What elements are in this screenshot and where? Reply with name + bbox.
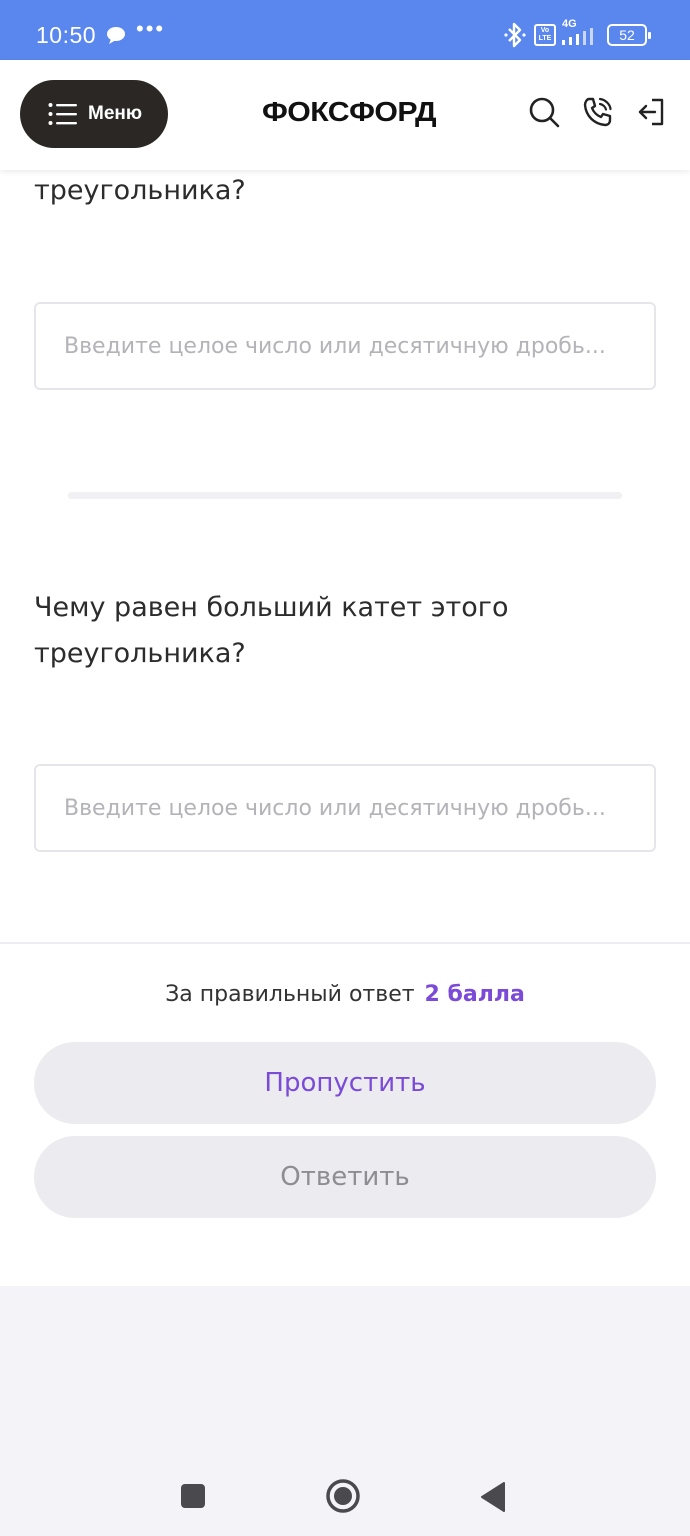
points-info: За правильный ответ 2 балла	[0, 982, 690, 1007]
volte-icon: Vo LTE	[534, 24, 556, 46]
signal-icon	[560, 26, 600, 50]
skip-button[interactable]: Пропустить	[34, 1042, 656, 1124]
chat-notification-icon	[106, 26, 126, 48]
question-divider	[68, 492, 622, 499]
home-icon[interactable]	[325, 1478, 361, 1518]
question-content: треугольника? Чему равен больший катет э…	[0, 170, 690, 942]
menu-list-icon	[48, 103, 77, 125]
menu-label: Меню	[88, 103, 143, 124]
answer-input-1[interactable]	[34, 302, 656, 390]
app-header: Меню ФОКСФОРД	[0, 60, 690, 170]
search-icon[interactable]	[528, 96, 560, 132]
menu-button[interactable]: Меню	[20, 80, 168, 148]
recent-apps-icon[interactable]	[180, 1484, 206, 1512]
points-value: 2 балла	[424, 982, 525, 1007]
foxford-logo[interactable]: ФОКСФОРД	[262, 96, 437, 128]
more-notifications-icon: •••	[136, 16, 166, 41]
status-time: 10:50	[36, 22, 97, 48]
login-icon[interactable]	[636, 96, 668, 132]
points-label: За правильный ответ	[165, 982, 415, 1007]
bluetooth-icon	[504, 22, 526, 52]
question-text-2-line2: треугольника?	[34, 638, 246, 669]
status-bar: 10:50 ••• Vo LTE 4G 52	[0, 0, 690, 60]
system-nav-bar	[0, 1286, 690, 1536]
battery-icon: 52	[607, 24, 651, 46]
answer-button[interactable]: Ответить	[34, 1136, 656, 1218]
answer-input-2[interactable]	[34, 764, 656, 852]
back-icon[interactable]	[480, 1482, 506, 1516]
phone-call-icon[interactable]	[582, 96, 614, 132]
answer-footer: За правильный ответ 2 балла Пропустить От…	[0, 942, 690, 1286]
question-text-1: треугольника?	[34, 175, 246, 206]
question-text-2-line1: Чему равен больший катет этого	[34, 592, 509, 623]
